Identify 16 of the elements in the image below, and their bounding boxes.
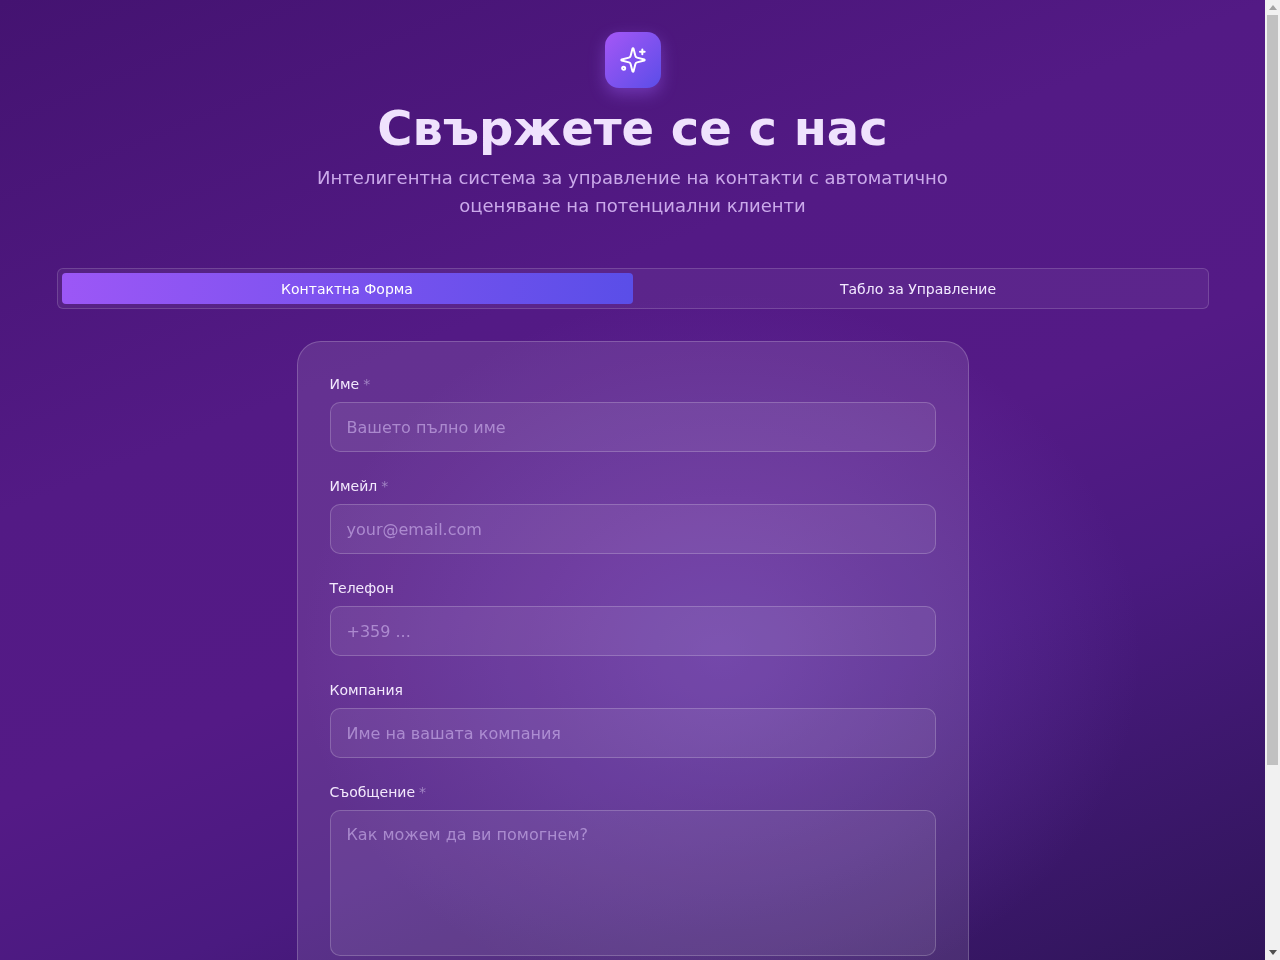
- tab[interactable]: Контактна Форма: [61, 273, 633, 304]
- scroll-down-icon[interactable]: [1268, 950, 1277, 955]
- required-mark: *: [363, 375, 371, 394]
- scroll-up-icon[interactable]: [1268, 5, 1277, 10]
- field-label: Телефон: [329, 579, 394, 598]
- required-mark: *: [381, 477, 389, 496]
- tab[interactable]: Табло за Управление: [632, 273, 1204, 304]
- page-title: Свържете се с нас: [377, 100, 888, 156]
- scrollbar-thumb[interactable]: [1267, 15, 1278, 765]
- field-label: Име: [329, 375, 360, 394]
- sparkles-icon: [604, 32, 661, 88]
- field-label: Компания: [329, 681, 403, 700]
- required-mark: *: [419, 783, 427, 802]
- page-subtitle: Интелигентна система за управление на контакти с автоматично оценяване на потенциални клиенти: [316, 166, 949, 218]
- field-label: Имейл: [329, 477, 378, 496]
- field-label: Съобщение: [329, 783, 416, 802]
